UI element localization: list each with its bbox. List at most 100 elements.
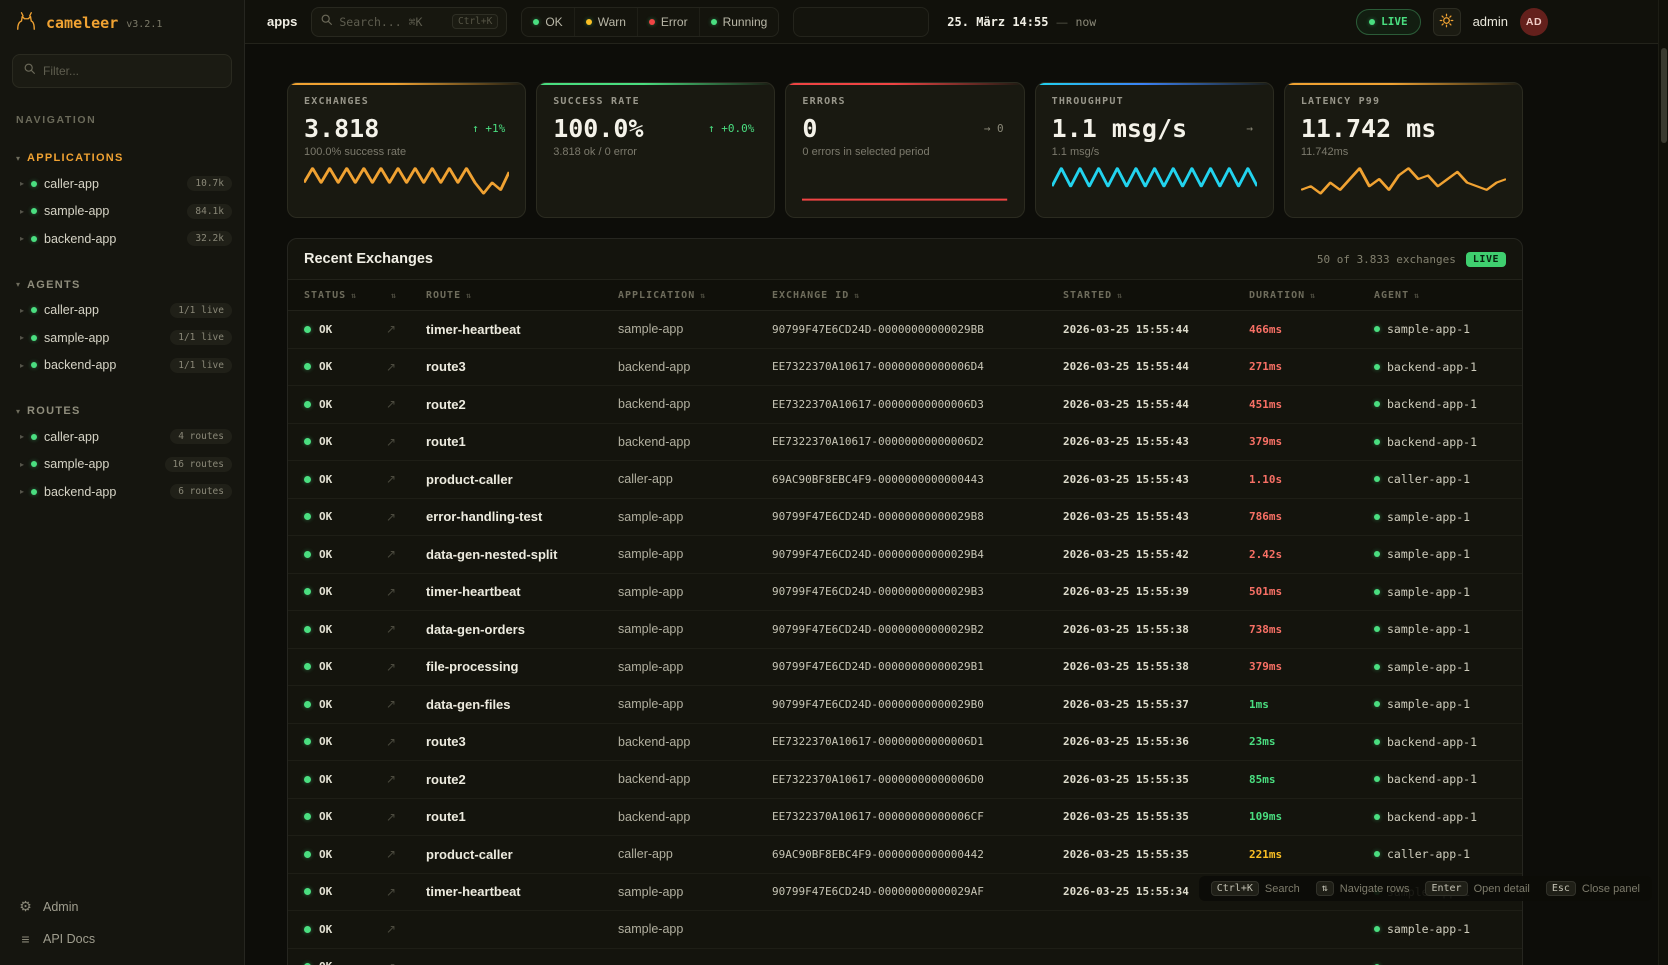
application-name: sample-app (618, 622, 772, 636)
table-row[interactable]: OK ↗ file-processing sample-app 90799F47… (288, 649, 1522, 687)
table-row[interactable]: OK ↗ route1 backend-app EE7322370A10617-… (288, 799, 1522, 837)
agent-dot (1374, 364, 1380, 370)
table-row[interactable]: OK ↗ route2 backend-app EE7322370A10617-… (288, 761, 1522, 799)
column-header[interactable]: DURATION ⇅ (1249, 290, 1374, 301)
time-range-button[interactable] (796, 10, 816, 34)
scrollbar[interactable] (1658, 0, 1668, 965)
sidebar-item[interactable]: ▸ caller-app 4 routes (0, 423, 244, 451)
status-filter-chip[interactable]: OK (522, 8, 574, 36)
table-row[interactable]: OK ↗ error-handling-test sample-app 9079… (288, 499, 1522, 537)
time-range-button[interactable] (862, 10, 882, 34)
open-link-icon[interactable]: ↗ (386, 810, 396, 824)
agent-dot (1374, 326, 1380, 332)
table-row[interactable]: OK ↗ data-gen-orders sample-app 90799F47… (288, 611, 1522, 649)
column-header[interactable]: ROUTE ⇅ (426, 290, 618, 301)
table-row[interactable]: OK ↗ route3 backend-app EE7322370A10617-… (288, 349, 1522, 387)
sidebar-item[interactable]: ▸ backend-app 32.2k (0, 225, 244, 253)
column-header[interactable]: STATUS ⇅ (304, 290, 386, 301)
open-link-icon[interactable]: ↗ (386, 622, 396, 636)
theme-toggle[interactable] (1433, 8, 1461, 36)
application-name: sample-app (618, 697, 772, 711)
table-row[interactable]: OK ↗ data-gen-files sample-app 90799F47E… (288, 686, 1522, 724)
stat-subtext: 100.0% success rate (304, 146, 509, 158)
open-link-icon[interactable]: ↗ (386, 847, 396, 861)
sidebar-item[interactable]: ▸ caller-app 1/1 live (0, 297, 244, 325)
open-link-icon[interactable]: ↗ (386, 735, 396, 749)
table-row[interactable]: OK ↗ timer-heartbeat sample-app 90799F47… (288, 574, 1522, 612)
column-header[interactable]: AGENT ⇅ (1374, 290, 1506, 301)
column-header[interactable]: EXCHANGE ID ⇅ (772, 290, 1063, 301)
open-link-icon[interactable]: ↗ (386, 885, 396, 899)
table-row[interactable]: OK ↗ route2 backend-app EE7322370A10617-… (288, 386, 1522, 424)
scrollbar-thumb[interactable] (1661, 48, 1667, 143)
stat-delta: → (1246, 122, 1253, 135)
agent-dot (1374, 739, 1380, 745)
status-filter-chip[interactable]: Warn (575, 8, 638, 36)
agent-name: backend-app-1 (1387, 810, 1477, 824)
open-link-cell: ↗ (386, 472, 426, 486)
duration-value: 466ms (1249, 323, 1374, 336)
route-name: route2 (426, 397, 618, 412)
open-link-icon[interactable]: ↗ (386, 397, 396, 411)
open-link-icon[interactable]: ↗ (386, 922, 396, 936)
filter-input[interactable] (43, 64, 221, 78)
status-filter-chip[interactable]: Running (700, 8, 779, 36)
column-header[interactable]: ⇅ (386, 291, 426, 300)
sidebar-item[interactable]: ▸ sample-app 84.1k (0, 198, 244, 226)
status-filter-chip[interactable]: Error (638, 8, 700, 36)
table-row[interactable]: OK ↗ data-gen-nested-split sample-app 90… (288, 536, 1522, 574)
open-link-icon[interactable]: ↗ (386, 960, 396, 965)
status-dot (304, 926, 311, 933)
search-input[interactable] (339, 15, 446, 29)
sidebar-section-header[interactable]: ▾ AGENTS (0, 273, 244, 297)
open-link-icon[interactable]: ↗ (386, 547, 396, 561)
open-link-icon[interactable]: ↗ (386, 360, 396, 374)
section-items: ▸ caller-app 1/1 live ▸ sample-app 1/1 l… (0, 297, 244, 380)
table-row[interactable]: OK ↗ sample-app s (288, 911, 1522, 949)
time-range-group (793, 7, 929, 37)
open-link-cell: ↗ (386, 885, 426, 899)
table-row[interactable]: OK ↗ route3 backend-app EE7322370A10617-… (288, 724, 1522, 762)
sidebar-item[interactable]: ▸ sample-app 1/1 live (0, 324, 244, 352)
avatar[interactable]: AD (1520, 8, 1548, 36)
column-header[interactable]: APPLICATION ⇅ (618, 290, 772, 301)
open-link-icon[interactable]: ↗ (386, 697, 396, 711)
status-dot (31, 236, 37, 242)
sidebar-item-admin[interactable]: ⚙ Admin (0, 890, 244, 923)
time-range-button[interactable] (884, 10, 904, 34)
route-name: data-gen-files (426, 697, 618, 712)
column-header[interactable]: STARTED ⇅ (1063, 290, 1249, 301)
table-row[interactable]: OK ↗ product-caller caller-app 69AC90BF8… (288, 836, 1522, 874)
duration-value: 271ms (1249, 360, 1374, 373)
sidebar-section-header[interactable]: ▾ APPLICATIONS (0, 146, 244, 170)
open-link-icon[interactable]: ↗ (386, 772, 396, 786)
table-row[interactable]: OK ↗ route1 backend-app EE7322370A10617-… (288, 424, 1522, 462)
open-link-icon[interactable]: ↗ (386, 435, 396, 449)
global-search-box[interactable]: Ctrl+K (311, 7, 507, 37)
open-link-icon[interactable]: ↗ (386, 322, 396, 336)
sidebar-item-api-docs[interactable]: ≡ API Docs (0, 923, 244, 955)
table-row[interactable]: OK ↗ (288, 949, 1522, 965)
stats-row: EXCHANGES 3.818 ↑ +1% 100.0% success rat… (287, 82, 1523, 218)
open-link-icon[interactable]: ↗ (386, 472, 396, 486)
open-link-icon[interactable]: ↗ (386, 585, 396, 599)
open-link-icon[interactable]: ↗ (386, 510, 396, 524)
time-range-button[interactable] (906, 10, 926, 34)
open-link-icon[interactable]: ↗ (386, 660, 396, 674)
live-toggle[interactable]: LIVE (1356, 9, 1421, 35)
agent-name: backend-app-1 (1387, 735, 1477, 749)
application-name: sample-app (618, 922, 772, 936)
table-row[interactable]: OK ↗ product-caller caller-app 69AC90BF8… (288, 461, 1522, 499)
time-range-button[interactable] (818, 10, 838, 34)
time-range-button[interactable] (840, 10, 860, 34)
exchange-count: 50 of 3.833 exchanges (1317, 253, 1456, 266)
sidebar-item[interactable]: ▸ backend-app 6 routes (0, 478, 244, 506)
sidebar-filter-box[interactable] (12, 54, 232, 88)
status-dot (586, 19, 592, 25)
sidebar-item[interactable]: ▸ sample-app 16 routes (0, 451, 244, 479)
sidebar-item[interactable]: ▸ caller-app 10.7k (0, 170, 244, 198)
table-row[interactable]: OK ↗ timer-heartbeat sample-app 90799F47… (288, 311, 1522, 349)
sidebar-item[interactable]: ▸ backend-app 1/1 live (0, 352, 244, 380)
sidebar-item-label: caller-app (44, 430, 99, 444)
sidebar-section-header[interactable]: ▾ ROUTES (0, 399, 244, 423)
